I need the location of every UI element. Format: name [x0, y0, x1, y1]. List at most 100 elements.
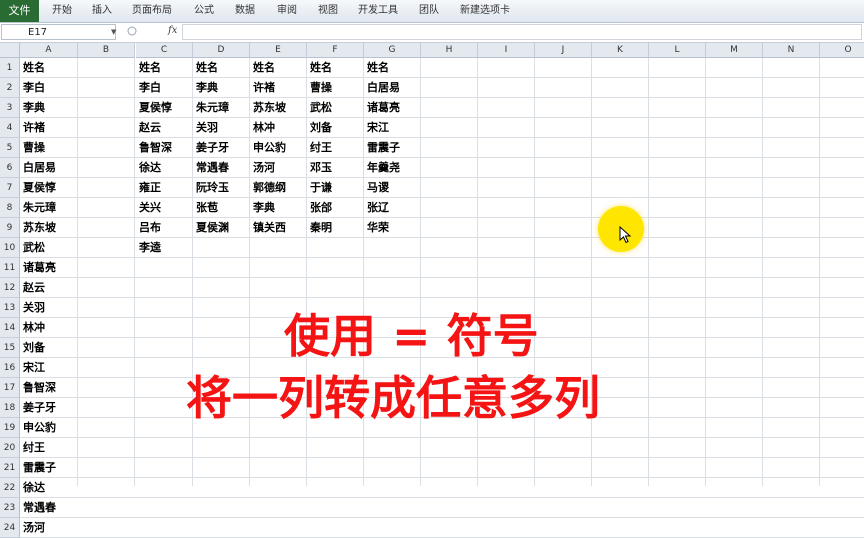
cell-f3[interactable]: 武松: [307, 98, 364, 118]
row-header-6[interactable]: 6: [0, 158, 20, 178]
cell-a8[interactable]: 朱元璋: [20, 198, 78, 218]
column-header-d[interactable]: D: [193, 43, 250, 58]
cell-f1[interactable]: 姓名: [307, 58, 364, 78]
column-header-m[interactable]: M: [706, 43, 763, 58]
column-header-j[interactable]: J: [535, 43, 592, 58]
cell-e8[interactable]: 李典: [250, 198, 307, 218]
cell-c4[interactable]: 赵云: [136, 118, 193, 138]
column-header-o[interactable]: O: [820, 43, 864, 58]
cell-e7[interactable]: 郭德纲: [250, 178, 307, 198]
cell-e3[interactable]: 苏东坡: [250, 98, 307, 118]
column-header-g[interactable]: G: [364, 43, 421, 58]
cell-d2[interactable]: 李典: [193, 78, 250, 98]
tab-view[interactable]: 视图: [318, 0, 338, 22]
cell-a24[interactable]: 汤河: [20, 518, 78, 538]
cell-a12[interactable]: 赵云: [20, 278, 78, 298]
cell-a2[interactable]: 李白: [20, 78, 78, 98]
cell-d3[interactable]: 朱元璋: [193, 98, 250, 118]
cell-f2[interactable]: 曹操: [307, 78, 364, 98]
cell-g2[interactable]: 白居易: [364, 78, 421, 98]
cell-c7[interactable]: 雍正: [136, 178, 193, 198]
cell-e6[interactable]: 汤河: [250, 158, 307, 178]
tab-home[interactable]: 开始: [52, 0, 72, 22]
row-header-1[interactable]: 1: [0, 58, 20, 78]
column-header-b[interactable]: B: [78, 43, 135, 58]
cell-c10[interactable]: 李逵: [136, 238, 193, 258]
row-header-12[interactable]: 12: [0, 278, 20, 298]
cell-a22[interactable]: 徐达: [20, 478, 78, 498]
cell-g3[interactable]: 诸葛亮: [364, 98, 421, 118]
row-header-22[interactable]: 22: [0, 478, 20, 498]
cell-g7[interactable]: 马谡: [364, 178, 421, 198]
cell-a11[interactable]: 诸葛亮: [20, 258, 78, 278]
cell-a18[interactable]: 姜子牙: [20, 398, 78, 418]
cell-d1[interactable]: 姓名: [193, 58, 250, 78]
cell-f5[interactable]: 纣王: [307, 138, 364, 158]
cell-d6[interactable]: 常遇春: [193, 158, 250, 178]
cell-d5[interactable]: 姜子牙: [193, 138, 250, 158]
cell-e4[interactable]: 林冲: [250, 118, 307, 138]
fx-icon[interactable]: fx: [168, 25, 177, 36]
cell-e1[interactable]: 姓名: [250, 58, 307, 78]
row-header-19[interactable]: 19: [0, 418, 20, 438]
cell-f4[interactable]: 刘备: [307, 118, 364, 138]
row-header-23[interactable]: 23: [0, 498, 20, 518]
cell-a4[interactable]: 许褚: [20, 118, 78, 138]
cell-a15[interactable]: 刘备: [20, 338, 78, 358]
cell-e9[interactable]: 镇关西: [250, 218, 307, 238]
column-header-k[interactable]: K: [592, 43, 649, 58]
row-header-2[interactable]: 2: [0, 78, 20, 98]
tab-page-layout[interactable]: 页面布局: [132, 0, 172, 22]
row-header-3[interactable]: 3: [0, 98, 20, 118]
column-header-e[interactable]: E: [250, 43, 307, 58]
cell-a23[interactable]: 常遇春: [20, 498, 78, 518]
row-header-10[interactable]: 10: [0, 238, 20, 258]
cell-f9[interactable]: 秦明: [307, 218, 364, 238]
cell-d8[interactable]: 张苞: [193, 198, 250, 218]
cell-c8[interactable]: 关兴: [136, 198, 193, 218]
row-header-15[interactable]: 15: [0, 338, 20, 358]
column-header-l[interactable]: L: [649, 43, 706, 58]
cell-a9[interactable]: 苏东坡: [20, 218, 78, 238]
row-header-16[interactable]: 16: [0, 358, 20, 378]
cell-a13[interactable]: 关羽: [20, 298, 78, 318]
cell-a6[interactable]: 白居易: [20, 158, 78, 178]
cell-a7[interactable]: 夏侯惇: [20, 178, 78, 198]
row-header-18[interactable]: 18: [0, 398, 20, 418]
cell-d9[interactable]: 夏侯渊: [193, 218, 250, 238]
row-header-17[interactable]: 17: [0, 378, 20, 398]
chevron-down-icon[interactable]: ▼: [111, 28, 116, 36]
cell-a21[interactable]: 雷震子: [20, 458, 78, 478]
cell-a3[interactable]: 李典: [20, 98, 78, 118]
cell-e5[interactable]: 申公豹: [250, 138, 307, 158]
tab-new[interactable]: 新建选项卡: [460, 0, 510, 22]
tab-data[interactable]: 数据: [235, 0, 255, 22]
cell-g1[interactable]: 姓名: [364, 58, 421, 78]
cell-c5[interactable]: 鲁智深: [136, 138, 193, 158]
cell-d7[interactable]: 阮玲玉: [193, 178, 250, 198]
cell-a17[interactable]: 鲁智深: [20, 378, 78, 398]
tab-team[interactable]: 团队: [419, 0, 439, 22]
column-header-a[interactable]: A: [20, 43, 78, 58]
cell-g9[interactable]: 华荣: [364, 218, 421, 238]
row-header-4[interactable]: 4: [0, 118, 20, 138]
cell-a20[interactable]: 纣王: [20, 438, 78, 458]
cell-a1[interactable]: 姓名: [20, 58, 78, 78]
row-header-21[interactable]: 21: [0, 458, 20, 478]
cell-f6[interactable]: 邓玉: [307, 158, 364, 178]
cell-g6[interactable]: 年羹尧: [364, 158, 421, 178]
tab-insert[interactable]: 插入: [92, 0, 112, 22]
cell-f8[interactable]: 张郃: [307, 198, 364, 218]
cell-c3[interactable]: 夏侯惇: [136, 98, 193, 118]
column-header-i[interactable]: I: [478, 43, 535, 58]
tab-formulas[interactable]: 公式: [194, 0, 214, 22]
cell-a5[interactable]: 曹操: [20, 138, 78, 158]
cell-a10[interactable]: 武松: [20, 238, 78, 258]
select-all-corner[interactable]: [0, 43, 20, 58]
cell-c9[interactable]: 吕布: [136, 218, 193, 238]
column-header-h[interactable]: H: [421, 43, 478, 58]
cell-d4[interactable]: 关羽: [193, 118, 250, 138]
file-tab[interactable]: 文件: [0, 0, 39, 22]
name-box[interactable]: E17: [1, 24, 116, 40]
cell-f7[interactable]: 于谦: [307, 178, 364, 198]
